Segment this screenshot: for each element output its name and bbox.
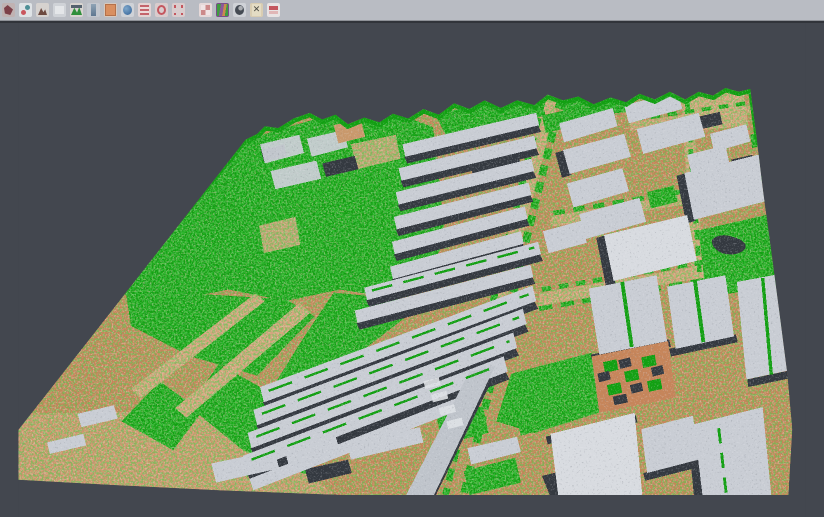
world-layers-icon[interactable] [233,3,246,17]
classify-points-icon[interactable] [19,3,32,17]
orthoimage-icon[interactable] [104,3,117,17]
settings-icon[interactable] [155,3,168,17]
contour-lines-icon[interactable] [53,3,66,17]
3d-viewport[interactable] [0,23,824,517]
point-cloud-render [0,23,824,517]
classification-map-icon[interactable] [216,3,229,17]
terrain-model-icon[interactable] [36,3,49,17]
surface-model-icon[interactable] [70,3,83,17]
tile-grid-icon[interactable] [199,3,212,17]
cross-section-icon[interactable] [87,3,100,17]
globe-view-icon[interactable] [121,3,134,17]
clear-selection-icon[interactable] [250,3,263,17]
application-window [0,0,824,517]
toolbar [0,0,824,21]
zoom-extents-icon[interactable] [172,3,185,17]
point-cloud-icon[interactable] [2,3,15,17]
legend-icon[interactable] [267,3,280,17]
attribute-table-icon[interactable] [138,3,151,17]
